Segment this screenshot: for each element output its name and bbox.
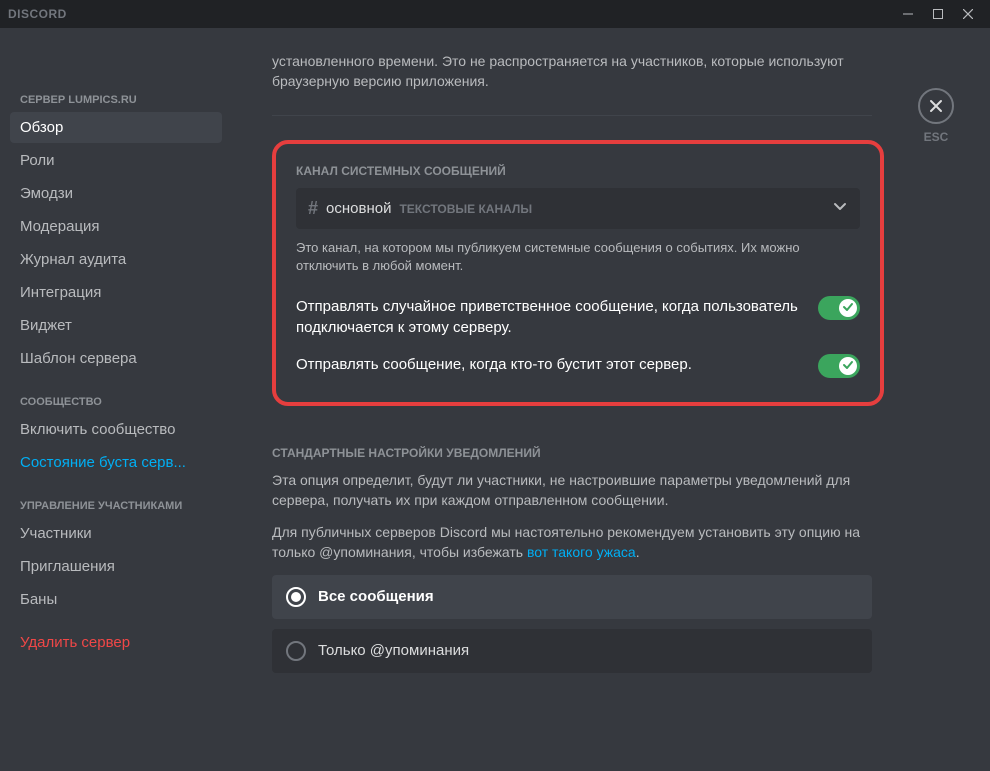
- sidebar-item-enable-community[interactable]: Включить сообщество: [10, 414, 222, 445]
- radio-icon: [286, 641, 306, 661]
- window-controls: [894, 4, 982, 24]
- system-channel-select[interactable]: # основной ТЕКСТОВЫЕ КАНАЛЫ: [296, 188, 860, 229]
- brand-label: DISCORD: [8, 7, 67, 21]
- sidebar-item-integration[interactable]: Интеграция: [10, 277, 222, 308]
- toggle-row-welcome: Отправлять случайное приветственное сооб…: [296, 296, 860, 338]
- system-channel-desc: Это канал, на котором мы публикуем систе…: [296, 239, 860, 275]
- settings-content: ESC установленного времени. Это не распр…: [232, 28, 990, 771]
- maximize-button[interactable]: [924, 4, 952, 24]
- notification-defaults-section: СТАНДАРТНЫЕ НАСТРОЙКИ УВЕДОМЛЕНИЙ Эта оп…: [272, 446, 872, 673]
- sidebar-header-community: СООБЩЕСТВО: [10, 390, 222, 414]
- radio-all-label: Все сообщения: [318, 588, 434, 605]
- close-cluster: ESC: [918, 88, 954, 144]
- sidebar-item-moderation[interactable]: Модерация: [10, 211, 222, 242]
- toggle-boost-label: Отправлять сообщение, когда кто-то бусти…: [296, 354, 802, 375]
- toggle-row-boost: Отправлять сообщение, когда кто-то бусти…: [296, 354, 860, 378]
- close-label: ESC: [918, 130, 954, 144]
- system-channel-title: КАНАЛ СИСТЕМНЫХ СООБЩЕНИЙ: [296, 164, 860, 178]
- close-icon: [928, 98, 944, 114]
- divider: [272, 115, 872, 116]
- system-channel-name: основной: [326, 200, 391, 217]
- radio-only-mentions[interactable]: Только @упоминания: [272, 629, 872, 673]
- sidebar-item-widget[interactable]: Виджет: [10, 310, 222, 341]
- minimize-button[interactable]: [894, 4, 922, 24]
- check-icon: [842, 359, 854, 371]
- close-button[interactable]: [918, 88, 954, 124]
- toggle-welcome[interactable]: [818, 296, 860, 320]
- sidebar-item-audit-log[interactable]: Журнал аудита: [10, 244, 222, 275]
- sidebar-item-overview[interactable]: Обзор: [10, 112, 222, 143]
- check-icon: [842, 301, 854, 313]
- sidebar-item-template[interactable]: Шаблон сервера: [10, 343, 222, 374]
- notif-title: СТАНДАРТНЫЕ НАСТРОЙКИ УВЕДОМЛЕНИЙ: [272, 446, 872, 460]
- system-channel-category: ТЕКСТОВЫЕ КАНАЛЫ: [399, 202, 532, 216]
- notif-desc-1: Эта опция определит, будут ли участники,…: [272, 470, 872, 511]
- titlebar: DISCORD: [0, 0, 990, 28]
- close-window-button[interactable]: [954, 4, 982, 24]
- sidebar-item-delete-server[interactable]: Удалить сервер: [10, 627, 222, 658]
- chevron-down-icon: [832, 198, 848, 219]
- sidebar-item-bans[interactable]: Баны: [10, 584, 222, 615]
- sidebar-header-server: СЕРВЕР LUMPICS.RU: [10, 88, 222, 112]
- sidebar-item-emoji[interactable]: Эмодзи: [10, 178, 222, 209]
- settings-sidebar: СЕРВЕР LUMPICS.RU Обзор Роли Эмодзи Моде…: [0, 28, 232, 771]
- afk-description-tail: установленного времени. Это не распростр…: [272, 52, 872, 91]
- notif-horror-link[interactable]: вот такого ужаса: [527, 544, 636, 560]
- sidebar-header-members: УПРАВЛЕНИЕ УЧАСТНИКАМИ: [10, 494, 222, 518]
- sidebar-item-roles[interactable]: Роли: [10, 145, 222, 176]
- hash-icon: #: [308, 198, 318, 219]
- notif-desc-2: Для публичных серверов Discord мы настоя…: [272, 522, 872, 563]
- sidebar-item-members[interactable]: Участники: [10, 518, 222, 549]
- toggle-welcome-label: Отправлять случайное приветственное сооб…: [296, 296, 802, 338]
- toggle-boost[interactable]: [818, 354, 860, 378]
- sidebar-item-boost-status[interactable]: Состояние буста серв...: [10, 447, 222, 478]
- radio-icon: [286, 587, 306, 607]
- radio-mentions-label: Только @упоминания: [318, 642, 469, 659]
- system-messages-section: КАНАЛ СИСТЕМНЫХ СООБЩЕНИЙ # основной ТЕК…: [272, 140, 884, 405]
- sidebar-item-invites[interactable]: Приглашения: [10, 551, 222, 582]
- radio-all-messages[interactable]: Все сообщения: [272, 575, 872, 619]
